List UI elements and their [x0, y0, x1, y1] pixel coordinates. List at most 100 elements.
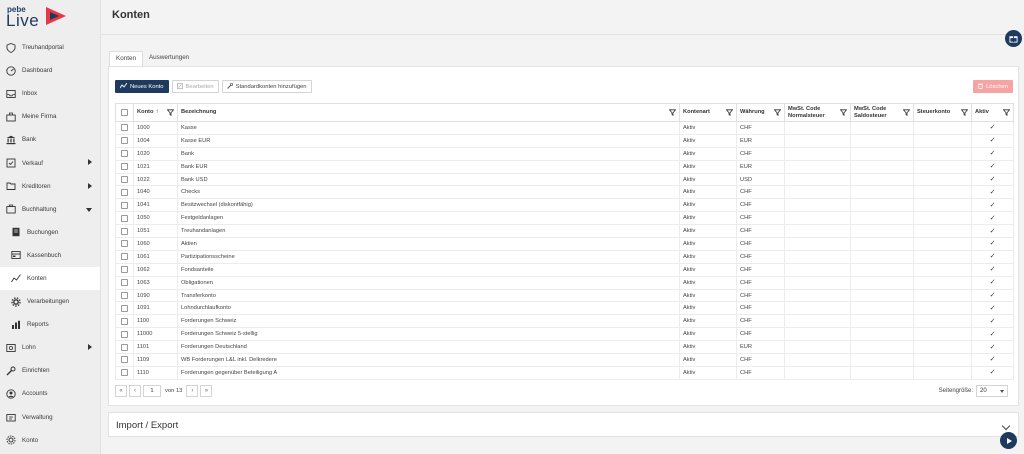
row-checkbox[interactable] [121, 266, 128, 274]
col-bezeichnung[interactable]: Bezeichnung [177, 103, 680, 122]
row-checkbox[interactable] [121, 292, 128, 300]
import-export-panel[interactable]: Import / Export [108, 412, 1019, 437]
sidebar-item-konten[interactable]: Konten [0, 266, 100, 291]
delete-button[interactable]: Löschen [973, 80, 1013, 93]
table-row[interactable]: 1000 Kasse Aktiv CHF ✓ [115, 121, 1014, 135]
filter-icon[interactable] [1003, 109, 1010, 116]
table-row[interactable]: 1051 Treuhandanlagen Aktiv CHF ✓ [115, 224, 1014, 239]
waehrung-cell: CHF [736, 198, 785, 213]
sidebar-item-verarbeitungen[interactable]: Verarbeitungen [0, 290, 100, 313]
table-row[interactable]: 1100 Forderungen Schweiz Aktiv CHF ✓ [115, 314, 1014, 329]
sidebar-item-verkauf[interactable]: Verkauf [0, 151, 100, 174]
row-checkbox[interactable] [121, 214, 128, 222]
gift-button[interactable] [1005, 30, 1022, 47]
row-checkbox[interactable] [121, 240, 128, 248]
table-row[interactable]: 1062 Fondsanteile Aktiv CHF ✓ [115, 263, 1014, 277]
last-page-button[interactable]: » [200, 385, 213, 397]
row-checkbox[interactable] [121, 330, 128, 338]
sidebar-item-meine-firma[interactable]: Meine Firma [0, 105, 100, 128]
table-row[interactable]: 1040 Checks Aktiv CHF ✓ [115, 185, 1014, 200]
sidebar-item-inbox[interactable]: Inbox [0, 82, 100, 105]
page-size-select[interactable]: 20 [976, 385, 1008, 397]
row-checkbox[interactable] [121, 356, 128, 364]
first-page-button[interactable]: « [115, 385, 127, 397]
row-checkbox[interactable] [121, 369, 128, 377]
row-checkbox[interactable] [121, 227, 128, 235]
sidebar-item-buchungen[interactable]: Buchungen [0, 221, 100, 244]
filter-icon[interactable] [903, 109, 910, 116]
tab-konten[interactable]: Konten [109, 51, 143, 66]
row-checkbox[interactable] [121, 137, 128, 145]
table-row[interactable]: 1109 WB Forderungen L&L inkl. Delkredere A… [115, 353, 1014, 367]
select-all-checkbox[interactable] [121, 108, 128, 116]
row-checkbox[interactable] [121, 176, 128, 183]
sidebar-item-kreditoren[interactable]: Kreditoren [0, 175, 100, 198]
col-mwst-saldo[interactable]: MwSt. Code Saldosteuer [850, 103, 914, 122]
mwst-saldo-cell [850, 366, 914, 380]
table-row[interactable]: 1063 Obligationen Aktiv CHF ✓ [115, 276, 1014, 290]
col-steuerkonto[interactable]: Steuerkonto [913, 103, 972, 122]
aktiv-cell: ✓ [971, 250, 1014, 264]
sidebar-item-kassenbuch[interactable]: Kassenbuch [0, 244, 100, 267]
table-row[interactable]: 11000 Forderungen Schweiz 5-stellig Aktiv C… [115, 327, 1014, 342]
sidebar-item-treuhandportal[interactable]: Treuhandportal [0, 36, 100, 59]
filter-icon[interactable] [726, 109, 733, 116]
next-page-button[interactable]: › [186, 385, 199, 397]
table-row[interactable]: 1060 Aktien Aktiv CHF ✓ [115, 237, 1014, 251]
sidebar-item-buchhaltung[interactable]: Buchhaltung [0, 198, 100, 221]
row-checkbox[interactable] [121, 304, 128, 312]
filter-icon[interactable] [167, 109, 174, 116]
sidebar-item-accounts[interactable]: Accounts [0, 382, 100, 405]
filter-icon[interactable] [774, 109, 781, 116]
table-row[interactable]: 1041 Besitzwechsel (diskontfähig) Aktiv CHF… [115, 198, 1014, 213]
table-row[interactable]: 1090 Transferkonto Aktiv CHF ✓ [115, 289, 1014, 303]
table-row[interactable]: 1061 Partizipationsscheine Aktiv CHF ✓ [115, 250, 1014, 264]
col-waehrung[interactable]: Währung [736, 103, 785, 122]
row-checkbox[interactable] [121, 124, 128, 132]
row-checkbox[interactable] [121, 343, 128, 351]
row-checkbox[interactable] [121, 201, 128, 209]
row-checkbox[interactable] [121, 163, 128, 171]
table-row[interactable]: 1021 Bank EUR Aktiv EUR ✓ [115, 160, 1014, 174]
table-row[interactable]: 1022 Bank USD Aktiv USD ✓ [115, 173, 1014, 187]
table-row[interactable]: 1020 Bank Aktiv CHF ✓ [115, 147, 1014, 161]
row-checkbox[interactable] [121, 188, 128, 196]
select-cell [115, 340, 134, 355]
col-mwst-normal[interactable]: MwSt. Code Normalsteuer [784, 103, 851, 122]
new-account-button[interactable]: Neues Konto [115, 80, 169, 93]
sidebar-item-verwaltung[interactable]: Verwaltung [0, 406, 100, 429]
sidebar-item-label: Treuhandportal [22, 44, 64, 52]
row-checkbox[interactable] [121, 279, 128, 287]
table-row[interactable]: 1050 Festgeldanlagen Aktiv CHF ✓ [115, 211, 1014, 226]
konto-cell: 1022 [133, 173, 178, 187]
prev-page-button[interactable]: ‹ [129, 385, 141, 397]
sidebar-item-einrichten[interactable]: Einrichten [0, 359, 100, 382]
admin-icon [6, 412, 16, 422]
col-konto[interactable]: Konto ↑ [133, 103, 178, 122]
table-row[interactable]: 1101 Forderungen Deutschland Aktiv EUR ✓ [115, 340, 1014, 355]
col-aktiv[interactable]: Aktiv [971, 103, 1014, 122]
sidebar-item-reports[interactable]: Reports [0, 313, 100, 336]
tab-auswertungen[interactable]: Auswertungen [143, 51, 195, 66]
logo[interactable]: pebe Live [0, 0, 100, 34]
sidebar-item-konto[interactable]: Konto [0, 429, 100, 452]
filter-icon[interactable] [669, 109, 676, 116]
row-checkbox[interactable] [121, 253, 128, 261]
add-standard-accounts-button[interactable]: Standardkonten hinzufügen [221, 80, 312, 93]
edit-button[interactable]: Bearbeiten [171, 80, 219, 93]
col-kontenart[interactable]: Kontenart [679, 103, 737, 122]
row-checkbox[interactable] [121, 317, 128, 325]
row-checkbox[interactable] [121, 150, 128, 158]
filter-icon[interactable] [840, 109, 847, 116]
filter-icon[interactable] [961, 109, 968, 116]
sidebar-item-dashboard[interactable]: Dashboard [0, 59, 100, 82]
chevron-down-icon[interactable] [1001, 421, 1011, 431]
page-number-input[interactable]: 1 [143, 385, 161, 397]
table-row[interactable]: 1004 Kasse EUR Aktiv EUR ✓ [115, 134, 1014, 148]
waehrung-cell: CHF [736, 185, 785, 200]
sidebar-item-bank[interactable]: Bank [0, 128, 100, 151]
table-row[interactable]: 1110 Forderungen gegenüber Beteiligung AA… [115, 366, 1014, 380]
sidebar-item-lohn[interactable]: Lohn [0, 336, 100, 359]
table-row[interactable]: 1091 Lohndurchlaufkonto Aktiv CHF ✓ [115, 301, 1014, 316]
help-play-button[interactable] [1000, 432, 1017, 449]
